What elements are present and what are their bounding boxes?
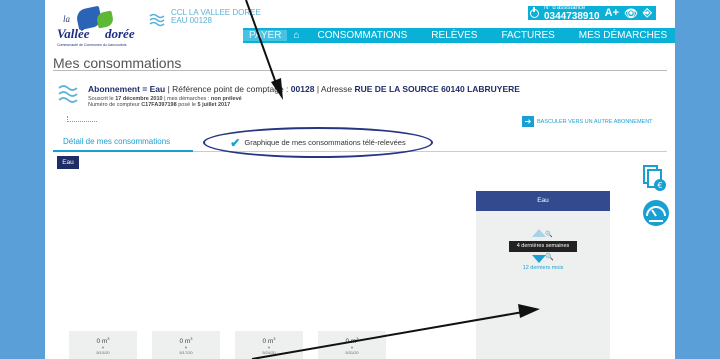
zoom-icon[interactable]: 🔍 bbox=[545, 253, 554, 261]
subscription-summary: Abonnement = Eau | Référence point de co… bbox=[88, 84, 520, 94]
logo-vallee: Vallée bbox=[57, 26, 90, 41]
font-size-button[interactable]: A+ bbox=[605, 7, 619, 19]
gauge-icon[interactable] bbox=[642, 199, 670, 227]
consumption-bars: 0 m3 ▼ 5/10/20 0 m3 ▼ 5/17/20 0 m3 ▼ 5/2… bbox=[69, 331, 386, 359]
nav-factures[interactable]: FACTURES bbox=[489, 30, 566, 41]
pose-label: posé le bbox=[178, 102, 196, 108]
side-icons: € bbox=[642, 164, 672, 232]
home-icon[interactable]: ⌂ bbox=[287, 30, 305, 41]
arrow-right-icon: ➔ bbox=[522, 116, 534, 127]
consumption-value: 0 m3 bbox=[179, 336, 193, 346]
compteur-label: Numéro de compteur bbox=[88, 102, 140, 108]
water-wave-icon bbox=[58, 85, 78, 103]
period-4-weeks[interactable]: 4 dernières semaines bbox=[509, 241, 577, 252]
consumption-date: 5/17/20 bbox=[179, 350, 193, 356]
assistance-info: N° d'assistance 0344738910 bbox=[544, 5, 600, 22]
assistance-phone: 0344738910 bbox=[544, 11, 600, 22]
subscription-type: Abonnement = Eau bbox=[88, 84, 166, 94]
nav-demarches[interactable]: MES DÉMARCHES bbox=[567, 30, 675, 41]
consumption-date: 5/31/20 bbox=[345, 350, 359, 356]
page-title: Mes consommations bbox=[53, 55, 182, 71]
zoom-icon[interactable]: 🔍 bbox=[545, 231, 552, 238]
check-icon: ✔ bbox=[230, 135, 241, 150]
logo-doree: dorée bbox=[105, 26, 135, 41]
dotted-connector bbox=[67, 116, 97, 122]
address-value: RUE DE LA SOURCE 60140 LABRUYERE bbox=[354, 84, 520, 94]
logo-subtitle: Communauté de Communes du Liancourtois bbox=[57, 43, 127, 47]
consumption-value: 0 m3 bbox=[345, 336, 359, 346]
panel-header: Eau bbox=[476, 191, 610, 211]
eau-badge[interactable]: Eau bbox=[57, 156, 79, 169]
logo-la: la bbox=[63, 14, 71, 24]
switch-subscription-label: BASCULER VERS UN AUTRE ABONNEMENT bbox=[537, 118, 653, 125]
contract-selector[interactable]: CCL LA VALLEE DOREE EAU 00128 bbox=[171, 9, 261, 25]
logout-icon[interactable]: ⎆ bbox=[643, 7, 652, 20]
power-icon[interactable] bbox=[530, 6, 539, 18]
period-up-arrow[interactable] bbox=[532, 229, 546, 237]
address-label: Adresse bbox=[320, 84, 353, 94]
tab-detail-underline bbox=[53, 150, 193, 152]
consumption-value: 0 m3 bbox=[96, 336, 110, 346]
subscription-details: Souscrit le 17 décembre 2010 | mes démar… bbox=[88, 96, 242, 108]
contract-number: EAU 00128 bbox=[171, 16, 212, 25]
nav-releves[interactable]: RELÈVES bbox=[419, 30, 489, 41]
period-panel: Eau 🔍 4 dernières semaines 🔍 12 derniers… bbox=[476, 191, 610, 359]
top-toolbar: N° d'assistance 0344738910 A+ 👁 ⎆ bbox=[528, 5, 656, 22]
title-divider bbox=[53, 70, 667, 71]
compteur-value: C17FA397198 bbox=[141, 102, 177, 108]
consumption-card[interactable]: 0 m3 ▼ 5/31/20 bbox=[318, 331, 386, 359]
reference-label: Référence point de comptage : bbox=[172, 84, 289, 94]
tab-graphique[interactable]: ✔ Graphique de mes consommations télé-re… bbox=[203, 127, 433, 158]
period-12-months[interactable]: 12 derniers mois bbox=[476, 265, 610, 271]
consumption-card[interactable]: 0 m3 ▼ 5/24/20 bbox=[235, 331, 303, 359]
consumption-date: 5/24/20 bbox=[262, 350, 276, 356]
tab-graphique-label: Graphique de mes consommations télé-rele… bbox=[244, 138, 406, 147]
pose-date: 5 juillet 2017 bbox=[197, 102, 231, 108]
nav-payer[interactable]: PAYER bbox=[243, 30, 288, 41]
switch-subscription-link[interactable]: ➔ BASCULER VERS UN AUTRE ABONNEMENT bbox=[522, 116, 653, 127]
tab-detail[interactable]: Détail de mes consommations bbox=[63, 137, 170, 146]
vallee-doree-logo[interactable]: la Vallée dorée Communauté de Communes d… bbox=[55, 5, 160, 56]
consumption-value: 0 m3 bbox=[262, 336, 276, 346]
consumption-date: 5/10/20 bbox=[96, 350, 110, 356]
consumption-card[interactable]: 0 m3 ▼ 5/17/20 bbox=[152, 331, 220, 359]
eye-icon[interactable]: 👁 bbox=[624, 7, 638, 20]
nav-consommations[interactable]: CONSOMMATIONS bbox=[305, 30, 419, 41]
app-frame: la Vallée dorée Communauté de Communes d… bbox=[45, 0, 675, 359]
invoice-euro-icon[interactable]: € bbox=[642, 164, 666, 192]
reference-value: 00128 bbox=[290, 84, 315, 94]
water-wave-icon bbox=[149, 13, 165, 27]
main-nav: PAYER ⌂ CONSOMMATIONS RELÈVES FACTURES M… bbox=[243, 28, 675, 43]
consumption-card[interactable]: 0 m3 ▼ 5/10/20 bbox=[69, 331, 137, 359]
period-down-arrow[interactable] bbox=[532, 255, 546, 263]
svg-text:€: € bbox=[657, 181, 662, 190]
